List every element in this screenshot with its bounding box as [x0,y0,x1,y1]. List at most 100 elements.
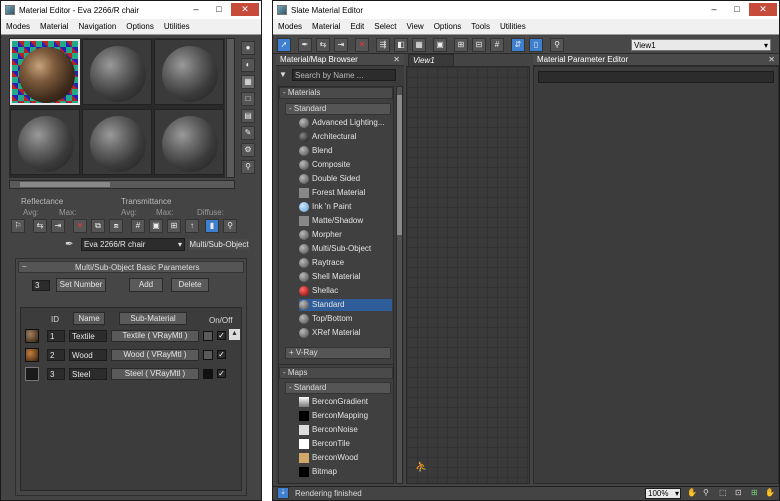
pan-to-selected-icon[interactable]: ✋ [765,488,775,497]
set-number-button[interactable]: Set Number [56,278,106,292]
list-item[interactable]: BerconNoise [299,424,392,436]
zoom-field[interactable]: 100% ▾ [645,488,681,499]
close-button[interactable]: ✕ [231,3,259,16]
uv-tiling-icon[interactable]: □ [241,92,255,106]
list-item[interactable]: Multi/Sub-Object [299,243,392,255]
pick-material-icon[interactable]: ✒ [298,38,312,52]
show-end-result-icon[interactable]: ⊞ [167,219,181,233]
menu-utilities[interactable]: Utilities [159,22,195,31]
show-shaded-icon[interactable]: ▣ [149,219,163,233]
zoom-extents-icon[interactable]: ⊡ [735,488,742,497]
rollout-header[interactable]: − Multi/Sub-Object Basic Parameters [18,261,244,273]
row-name[interactable]: Wood [69,349,107,361]
row-onoff-checkbox[interactable]: ✓ [217,350,226,359]
toggle-browser-icon[interactable]: ⇵ [511,38,525,52]
assign-to-selection-icon[interactable]: ⇥ [334,38,348,52]
options-icon[interactable]: ⚙ [241,143,255,157]
browser-menu-icon[interactable]: ▼ [279,70,289,80]
delete-button[interactable]: Delete [171,278,209,292]
menu-modes[interactable]: Modes [273,22,307,31]
select-tool-icon[interactable]: ➚ [277,38,291,52]
slots-vertical-scrollbar[interactable] [226,38,235,178]
list-item[interactable]: Architectural [299,131,392,143]
add-button[interactable]: Add [129,278,163,292]
list-item[interactable]: Ink 'n Paint [299,201,392,213]
num-slots-input[interactable]: 3 [32,280,50,291]
list-item[interactable]: Blend [299,145,392,157]
list-item[interactable]: BerconGradient [299,396,392,408]
move-children-icon[interactable]: ⇶ [376,38,390,52]
list-item[interactable]: Morpher [299,229,392,241]
menu-options[interactable]: Options [121,22,159,31]
sample-slot-5[interactable] [82,109,152,175]
menu-modes[interactable]: Modes [1,22,35,31]
zoom-extents-selected-icon[interactable]: ⊞ [751,488,758,497]
list-item[interactable]: Double Sided [299,173,392,185]
menu-view[interactable]: View [402,22,429,31]
list-item[interactable]: BerconMapping [299,410,392,422]
row-onoff-checkbox[interactable]: ✓ [217,369,226,378]
maximize-button[interactable]: □ [726,3,748,16]
reset-map-icon[interactable]: ✕ [73,219,87,233]
row-name[interactable]: Textile [69,330,107,342]
standard-header[interactable]: - Standard [285,103,391,115]
make-unique-icon[interactable]: ⧉ [91,219,105,233]
row-sub-material-button[interactable]: Wood ( VRayMtl ) [111,349,199,361]
list-item[interactable]: Matte/Shadow [299,215,392,227]
video-color-check-icon[interactable]: ▤ [241,109,255,123]
put-to-library-icon[interactable]: ⧈ [109,219,123,233]
backlight-icon[interactable]: ◐ [241,58,255,72]
list-item[interactable]: Forest Material [299,187,392,199]
menu-select[interactable]: Select [369,22,401,31]
close-button[interactable]: ✕ [749,3,777,16]
select-by-material-icon[interactable]: ⚲ [550,38,564,52]
sample-slot-3[interactable] [154,39,224,105]
go-to-parent-icon[interactable]: ↑ [185,219,199,233]
row-color-swatch[interactable] [203,331,213,341]
list-item[interactable]: BerconTile [299,438,392,450]
browser-scrollbar[interactable] [396,86,403,484]
sample-slot-2[interactable] [82,39,152,105]
material-id-channel-icon[interactable]: # [131,219,145,233]
row-name[interactable]: Steel [69,368,107,380]
minimize-button[interactable]: – [703,3,725,16]
select-by-material-icon[interactable]: ⚲ [241,160,255,174]
list-item-selected[interactable]: Standard [299,299,392,311]
zoom-region-icon[interactable]: ⬚ [719,488,727,497]
list-item[interactable]: Top/Bottom [299,313,392,325]
assign-to-selection-icon[interactable]: ⇥ [51,219,65,233]
row-sub-material-button[interactable]: Textile ( VRayMtl ) [111,330,199,342]
pick-material-icon[interactable]: ⚲ [223,219,237,233]
menu-material[interactable]: Material [307,22,345,31]
delete-selected-icon[interactable]: ✕ [355,38,369,52]
put-to-scene-icon[interactable]: ⇆ [33,219,47,233]
col-sub-material-header[interactable]: Sub-Material [119,312,187,325]
row-sub-material-button[interactable]: Steel ( VRayMtl ) [111,368,199,380]
row-color-swatch[interactable] [203,350,213,360]
hide-unused-icon[interactable]: ◧ [394,38,408,52]
param-editor-header[interactable]: Material Parameter Editor ✕ [533,54,779,66]
material-name-dropdown[interactable]: Eva 2266/R chair ▾ [81,238,185,251]
sample-slot-1[interactable] [10,39,80,105]
materials-header[interactable]: - Materials [279,87,393,99]
layout-all-icon[interactable]: ⊞ [454,38,468,52]
vray-header[interactable]: + V-Ray [285,347,391,359]
menu-edit[interactable]: Edit [345,22,369,31]
list-item[interactable]: Advanced Lighting... [299,117,392,129]
list-item[interactable]: Bitmap [299,466,392,478]
menu-options[interactable]: Options [429,22,467,31]
background-icon[interactable]: ▦ [241,75,255,89]
row-color-swatch[interactable] [203,369,213,379]
close-icon[interactable]: ✕ [768,55,775,64]
list-item[interactable]: Raytrace [299,257,392,269]
material-editor-titlebar[interactable]: Material Editor - Eva 2266/R chair – □ ✕ [1,1,261,19]
scroll-up-icon[interactable]: ▲ [229,329,240,340]
pan-icon[interactable]: ✋ [687,488,697,497]
menu-material[interactable]: Material [35,22,73,31]
zoom-icon[interactable]: ⚲ [703,488,709,497]
toggle-params-icon[interactable]: ▯ [529,38,543,52]
node-view-canvas[interactable]: ⛹ [406,66,530,484]
sample-slot-4[interactable] [10,109,80,175]
sample-type-icon[interactable]: ● [241,41,255,55]
list-item[interactable]: BerconWood [299,452,392,464]
